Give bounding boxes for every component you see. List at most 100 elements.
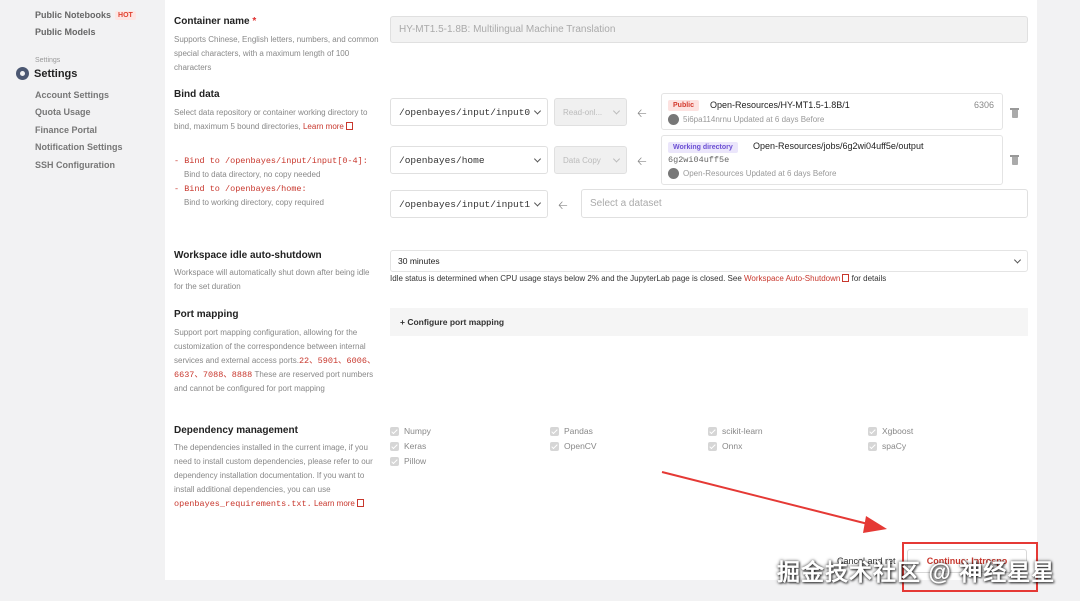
auto-shutdown-link[interactable]: Workspace Auto-Shutdown bbox=[744, 274, 850, 283]
dep-checkbox: Xgboost bbox=[868, 426, 913, 436]
sidebar-item-finance-portal[interactable]: Finance Portal bbox=[35, 125, 97, 135]
sidebar-item-public-models[interactable]: Public Models bbox=[35, 27, 96, 37]
dep-checkbox: Numpy bbox=[390, 426, 431, 436]
dep-label: Xgboost bbox=[882, 426, 914, 436]
dep-checkbox: spaCy bbox=[868, 441, 906, 451]
arrow-left-icon: 🡠 bbox=[637, 154, 647, 168]
chevron-down-icon bbox=[612, 107, 621, 115]
chevron-down-icon bbox=[533, 199, 542, 207]
dataset-size: 6306 bbox=[973, 100, 994, 110]
container-name-label: Container name * bbox=[174, 16, 256, 27]
bind-path-value: /openbayes/input/input0 bbox=[399, 106, 531, 118]
checkbox-icon bbox=[868, 426, 877, 436]
workdir-meta-text: Open-Resources Updated at 6 days Before bbox=[683, 169, 837, 178]
checkbox-icon bbox=[550, 426, 559, 436]
checkbox-icon bbox=[390, 456, 399, 466]
sidebar-item-label: Public Notebooks bbox=[35, 10, 112, 20]
bind-path-value: /openbayes/home bbox=[399, 154, 485, 166]
required-mark: * bbox=[252, 16, 257, 27]
checkbox-icon bbox=[390, 426, 399, 436]
bind-path-select-1[interactable]: /openbayes/input/input0 bbox=[390, 98, 548, 126]
checkbox-icon bbox=[868, 441, 877, 451]
port-mapping-label: Port mapping bbox=[174, 309, 239, 320]
dep-label: scikit-learn bbox=[722, 426, 763, 436]
public-badge: Public bbox=[668, 100, 700, 111]
trash-icon[interactable] bbox=[1010, 107, 1019, 118]
idle-hint-suffix: for details bbox=[851, 274, 887, 283]
bind-data-description: Select data repository or container work… bbox=[174, 106, 381, 134]
bind-rule-1-code: - Bind to /openbayes/input/input[0-4]: bbox=[174, 156, 368, 166]
arrow-left-icon: 🡠 bbox=[637, 106, 647, 120]
bind-data-label: Bind data bbox=[174, 89, 220, 100]
trash-icon[interactable] bbox=[1010, 154, 1019, 165]
document-icon bbox=[842, 274, 850, 282]
document-icon bbox=[356, 499, 364, 507]
workdir-title: Open-Resources/jobs/6g2wi04uff5e/output bbox=[753, 141, 924, 151]
idle-duration-value: 30 minutes bbox=[398, 256, 440, 266]
bind-rule-2-text: Bind to working directory, copy required bbox=[184, 198, 324, 207]
dep-checkbox: Onnx bbox=[708, 441, 742, 451]
checkbox-icon bbox=[390, 441, 399, 451]
bind-rule-1-text: Bind to data directory, no copy needed bbox=[184, 170, 321, 179]
bind-mode-value: Data Copy bbox=[563, 155, 601, 165]
dep-label: OpenCV bbox=[564, 441, 597, 451]
bind-rules: - Bind to /openbayes/input/input[0-4]: B… bbox=[174, 154, 381, 210]
chevron-down-icon bbox=[533, 107, 542, 115]
sidebar-item-quota-usage[interactable]: Quota Usage bbox=[35, 107, 91, 117]
user-avatar-icon bbox=[668, 168, 679, 179]
workdir-meta: Open-Resources Updated at 6 days Before bbox=[668, 168, 836, 179]
workdir-id: 6g2wi04uff5e bbox=[668, 155, 730, 165]
chevron-down-icon bbox=[533, 155, 542, 163]
arrow-left-icon: 🡠 bbox=[558, 198, 568, 212]
learn-more-link[interactable]: Learn more bbox=[303, 122, 353, 131]
checkbox-icon bbox=[550, 441, 559, 451]
dep-label: Keras bbox=[404, 441, 427, 451]
bind-mode-select-2[interactable]: Data Copy bbox=[554, 146, 627, 174]
bind-path-value: /openbayes/input/input1 bbox=[399, 198, 531, 210]
select-dataset-input[interactable]: Select a dataset bbox=[581, 189, 1028, 218]
label-text: Container name bbox=[174, 16, 250, 27]
port-mapping-description: Support port mapping configuration, allo… bbox=[174, 326, 381, 396]
sidebar-item-ssh-configuration[interactable]: SSH Configuration bbox=[35, 160, 115, 170]
document-icon bbox=[345, 122, 353, 130]
dep-label: Pillow bbox=[404, 456, 427, 466]
auto-shutdown-link-text: Workspace Auto-Shutdown bbox=[744, 274, 841, 283]
bound-dataset-card-1[interactable]: Public Open-Resources/HY-MT1.5-1.8B/1 63… bbox=[661, 93, 1003, 130]
dep-checkbox: scikit-learn bbox=[708, 426, 763, 436]
learn-more-text: Learn more bbox=[302, 122, 344, 131]
bound-workdir-card[interactable]: Working directory Open-Resources/jobs/6g… bbox=[661, 135, 1003, 185]
bind-mode-select-1[interactable]: Read-onl... bbox=[554, 98, 627, 126]
dep-checkbox: Pillow bbox=[390, 456, 426, 466]
working-directory-badge: Working directory bbox=[668, 142, 738, 153]
sidebar-item-notification-settings[interactable]: Notification Settings bbox=[35, 142, 123, 152]
idle-duration-select[interactable]: 30 minutes bbox=[390, 250, 1028, 272]
watermark: 掘金技术社区 @ 神经星星 bbox=[777, 559, 1056, 585]
settings-title: Settings bbox=[34, 67, 78, 80]
sidebar-item-account-settings[interactable]: Account Settings bbox=[35, 90, 109, 100]
idle-hint-text: Idle status is determined when CPU usage… bbox=[390, 274, 742, 283]
gear-icon bbox=[16, 67, 29, 80]
dep-label: Pandas bbox=[564, 426, 593, 436]
sidebar-section-label: Settings bbox=[35, 57, 61, 64]
dataset-title: Open-Resources/HY-MT1.5-1.8B/1 bbox=[710, 100, 850, 110]
bind-path-select-3[interactable]: /openbayes/input/input1 bbox=[390, 190, 548, 218]
configure-port-mapping-button[interactable]: + Configure port mapping bbox=[390, 308, 1028, 336]
checkbox-icon bbox=[708, 441, 717, 451]
dep-checkbox: OpenCV bbox=[550, 441, 597, 451]
dependency-description: The dependencies installed in the curren… bbox=[174, 441, 381, 511]
dep-label: Onnx bbox=[722, 441, 743, 451]
idle-shutdown-label: Workspace idle auto-shutdown bbox=[174, 250, 322, 261]
container-name-input[interactable]: HY-MT1.5-1.8B: Multilingual Machine Tran… bbox=[390, 16, 1028, 43]
sidebar: Public Notebooks HOT Public Models Settin… bbox=[0, 0, 165, 601]
form-panel: Container name * Supports Chinese, Engli… bbox=[165, 0, 1037, 580]
sidebar-settings-header[interactable]: Settings bbox=[16, 67, 77, 80]
dep-label: Numpy bbox=[404, 426, 431, 436]
sidebar-item-public-notebooks[interactable]: Public Notebooks HOT bbox=[35, 10, 136, 20]
bind-path-select-2[interactable]: /openbayes/home bbox=[390, 146, 548, 174]
deps-learn-more-link[interactable]: Learn more bbox=[314, 499, 364, 508]
bind-rule-2-code: - Bind to /openbayes/home: bbox=[174, 184, 307, 194]
chevron-down-icon bbox=[1013, 256, 1022, 264]
dep-checkbox: Keras bbox=[390, 441, 426, 451]
bind-mode-value: Read-onl... bbox=[563, 107, 603, 117]
checkbox-icon bbox=[708, 426, 717, 436]
